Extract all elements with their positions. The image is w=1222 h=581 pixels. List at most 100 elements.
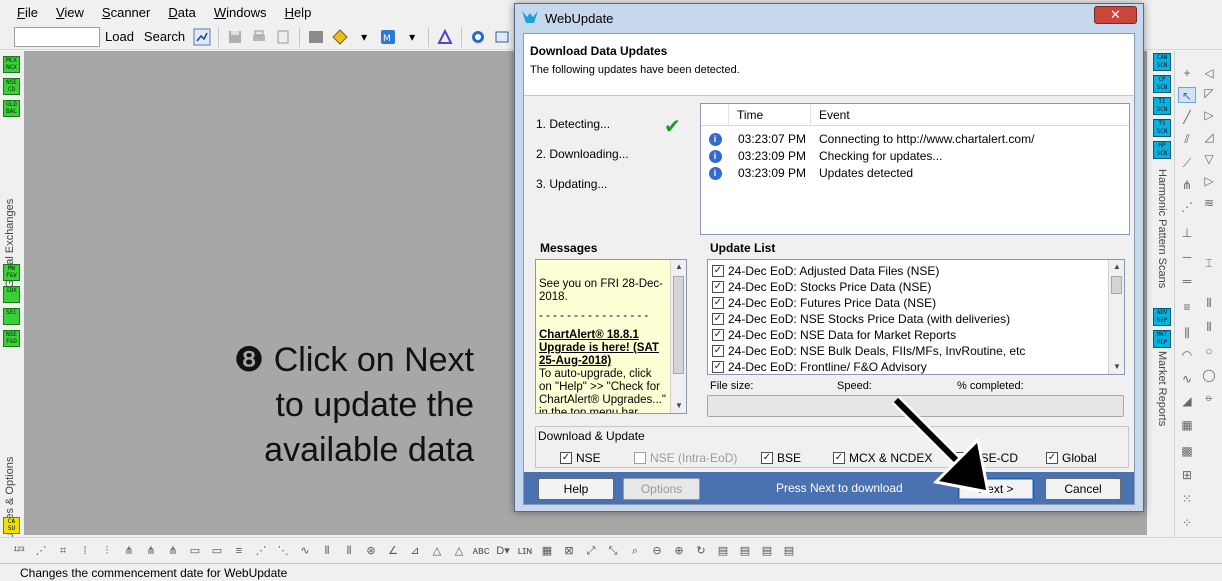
chart-tool-icon[interactable]	[192, 27, 212, 47]
message-upgrade-link[interactable]: ChartAlert® 18.8.1 Upgrade is here! (SAT…	[539, 329, 667, 368]
arrow-down-right-icon[interactable]: ◿	[1200, 129, 1218, 145]
tool-hp-icon[interactable]: ⊛	[361, 542, 381, 560]
double-line-icon[interactable]: ═	[1178, 273, 1196, 289]
checkbox[interactable]: ✓	[560, 452, 572, 464]
arc-icon[interactable]: ◠	[1178, 347, 1196, 363]
indicator-m-icon[interactable]: M	[378, 27, 398, 47]
help-button[interactable]: Help	[538, 478, 614, 500]
tool-vbars-icon[interactable]: ⦀	[317, 542, 337, 560]
cycle-icon[interactable]: ⦵	[1200, 389, 1218, 405]
bars-alt-icon[interactable]: ⫴	[1200, 319, 1218, 335]
lattice-icon[interactable]: ▩	[1178, 443, 1196, 459]
tool-zoom-shrink-icon[interactable]: ⤡	[603, 542, 623, 560]
dropdown-arrow-icon[interactable]: ▾	[402, 27, 422, 47]
tool-angle-icon[interactable]: ∠	[383, 542, 403, 560]
print-icon[interactable]	[249, 27, 269, 47]
scroll-thumb[interactable]	[1111, 276, 1122, 294]
scroll-down-icon[interactable]: ▼	[671, 399, 686, 413]
tool-chart-num-icon[interactable]: ⌗	[53, 542, 73, 560]
table-icon[interactable]: ⊞	[1178, 467, 1196, 483]
tool-fan-icon[interactable]: ⋱	[273, 542, 293, 560]
ellipse-icon[interactable]: ◯	[1200, 367, 1218, 383]
tool-bars-num-icon[interactable]: ⁞	[75, 542, 95, 560]
checkbox[interactable]: ✓	[712, 265, 724, 277]
cancel-button[interactable]: Cancel	[1045, 478, 1121, 500]
tool-triangle-abc-icon[interactable]: △	[449, 542, 469, 560]
notes-4-icon[interactable]: ▤	[779, 542, 799, 560]
channel-icon[interactable]: ⫽	[1178, 131, 1196, 147]
comb-icon[interactable]: ⫼	[1178, 325, 1196, 341]
pointer-icon[interactable]: ↖	[1178, 87, 1196, 103]
trendline-icon[interactable]: ╱	[1178, 109, 1196, 125]
scan-button-hp[interactable]: HP SCN	[1153, 141, 1171, 159]
tool-angle-box-icon[interactable]: ⊿	[405, 542, 425, 560]
notes-1-icon[interactable]: ▤	[713, 542, 733, 560]
tool-vbars-2-icon[interactable]: ⦀	[339, 542, 359, 560]
report-button-mkt[interactable]: MKT REP	[1153, 330, 1171, 348]
menu-help[interactable]: Help	[276, 5, 321, 20]
zoom-out-icon[interactable]: ⊖	[647, 542, 667, 560]
arrow-down-icon[interactable]: ▽	[1200, 151, 1218, 167]
dots-grid-alt-icon[interactable]: ⁘	[1178, 515, 1196, 531]
data-icon[interactable]	[306, 27, 326, 47]
symbol-input[interactable]	[14, 26, 100, 47]
fo-button-idx[interactable]: IDX	[3, 286, 20, 303]
list-item[interactable]: ✓ 24-Dec EoD: NSE Stocks Price Data (with…	[708, 311, 1124, 327]
bars-icon[interactable]: ⫴	[1200, 295, 1218, 311]
scan-button-can[interactable]: CAN SCN	[1153, 53, 1171, 71]
list-item[interactable]: ✓ 24-Dec EoD: NSE Bulk Deals, FIIs/MFs, I…	[708, 343, 1124, 359]
tool-triangle-icon[interactable]: △	[427, 542, 447, 560]
scroll-up-icon[interactable]: ▲	[671, 260, 686, 274]
checkbox[interactable]: ✓	[712, 329, 724, 341]
network-icon[interactable]	[435, 27, 455, 47]
menu-data[interactable]: Data	[159, 5, 204, 20]
grid-icon[interactable]: ▦	[1178, 417, 1196, 433]
tool-abc-icon[interactable]: ⋰	[31, 542, 51, 560]
print-preview-icon[interactable]	[273, 27, 293, 47]
zoom-icon[interactable]: ⌕	[625, 542, 645, 560]
arrow-up-left-icon[interactable]: ◸	[1200, 85, 1218, 101]
tool-label-icon[interactable]: ▭	[207, 542, 227, 560]
tool-candles-icon[interactable]: ⫶	[97, 542, 117, 560]
tool-forks-2-icon[interactable]: ⋔	[141, 542, 161, 560]
webupdate-icon[interactable]	[468, 27, 488, 47]
save-icon[interactable]	[225, 27, 245, 47]
close-button[interactable]: ✕	[1094, 6, 1137, 24]
wedge-icon[interactable]: ◢	[1178, 393, 1196, 409]
checkbox[interactable]	[634, 452, 646, 464]
scroll-up-icon[interactable]: ▲	[1109, 260, 1124, 274]
fo-button-mw[interactable]: MW F&V	[3, 264, 20, 281]
dots-grid-icon[interactable]: ⁙	[1178, 491, 1196, 507]
fib-icon[interactable]: ≋	[1200, 195, 1218, 211]
dialog-titlebar[interactable]: WebUpdate ✕	[515, 4, 1143, 32]
indicator-diamond-icon[interactable]	[330, 27, 350, 47]
refresh-icon[interactable]: ↻	[691, 542, 711, 560]
notes-3-icon[interactable]: ▤	[757, 542, 777, 560]
menu-view[interactable]: View	[47, 5, 93, 20]
wave-icon[interactable]: ∿	[1178, 371, 1196, 387]
scan-button-ts[interactable]: TS SCN	[1153, 119, 1171, 137]
load-button[interactable]: Load	[100, 29, 139, 44]
option-nse[interactable]: ✓ NSE	[560, 451, 601, 465]
option-nse-intra-eod[interactable]: NSE (Intra-EoD)	[634, 451, 737, 465]
option-global[interactable]: ✓ Global	[1046, 451, 1097, 465]
menu-file[interactable]: File	[8, 5, 47, 20]
triple-line-icon[interactable]: ≡	[1178, 299, 1196, 315]
cursor-text-icon[interactable]: ⌶	[1200, 255, 1218, 271]
scroll-thumb[interactable]	[673, 276, 684, 374]
fo-button-nse-fo[interactable]: NSE F&O	[3, 330, 20, 347]
tool-123-icon[interactable]: ¹²³	[9, 542, 29, 560]
option-bse[interactable]: ✓ BSE	[761, 451, 801, 465]
hline-icon[interactable]: ─	[1178, 249, 1196, 265]
list-item[interactable]: ✓ 24-Dec EoD: NSE Data for Market Reports	[708, 327, 1124, 343]
tool-abc-text-icon[interactable]: ᴀʙᴄ	[471, 542, 491, 560]
list-item[interactable]: ✓ 24-Dec EoD: Frontline/ F&O Advisory	[708, 359, 1124, 374]
search-button[interactable]: Search	[139, 29, 190, 44]
exchange-button-mcx[interactable]: MCX NCX	[3, 56, 20, 73]
checkbox[interactable]: ✓	[1046, 452, 1058, 464]
checkbox[interactable]: ✓	[712, 313, 724, 325]
list-item[interactable]: ✓ 24-Dec EoD: Stocks Price Data (NSE)	[708, 279, 1124, 295]
tool-forks-icon[interactable]: ⋔	[119, 542, 139, 560]
tool-lin-icon[interactable]: ʟɪɴ	[515, 542, 535, 560]
update-list-scrollbar[interactable]: ▲ ▼	[1108, 260, 1124, 374]
